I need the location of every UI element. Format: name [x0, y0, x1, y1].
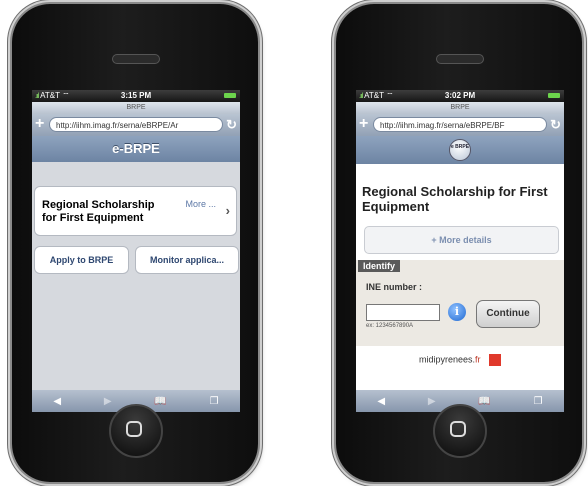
- app-header: e BRPE: [356, 136, 564, 164]
- brand-suffix: fr: [475, 354, 481, 365]
- card-title: Regional Scholarship for First Equipment: [42, 199, 155, 224]
- bookmarks-icon[interactable]: 📖: [154, 396, 166, 407]
- continue-button[interactable]: Continue: [476, 300, 540, 328]
- battery-icon: [224, 93, 236, 98]
- url-field[interactable]: http://iihm.imag.fr/serna/eBRPE/BF: [373, 117, 547, 132]
- region-crest-icon: [489, 354, 502, 366]
- pages-icon[interactable]: ❐: [534, 396, 543, 407]
- speaker-grille: [112, 54, 160, 64]
- forward-icon[interactable]: ▶: [104, 396, 112, 407]
- speaker-grille: [436, 54, 484, 64]
- bookmarks-icon[interactable]: 📖: [478, 396, 490, 407]
- more-link[interactable]: More ...: [185, 199, 216, 209]
- ebrpe-logo: e BRPE: [449, 139, 471, 161]
- screen-left: .ııl AT&T ⌔ 3:15 PM BRPE + http://iihm.i…: [32, 90, 240, 412]
- apply-button[interactable]: Apply to BRPE: [34, 246, 129, 274]
- main-content: Regional Scholarship for First Equipment…: [356, 164, 564, 390]
- monitor-application-button[interactable]: Monitor applica...: [135, 246, 239, 274]
- status-bar: .ııl AT&T ⌔ 3:15 PM: [32, 90, 240, 102]
- url-bar: + http://iihm.imag.fr/serna/eBRPE/Ar ↻: [32, 114, 240, 136]
- ine-number-label: INE number :: [366, 282, 423, 292]
- url-bar: + http://iihm.imag.fr/serna/eBRPE/BF ↻: [356, 114, 564, 136]
- add-bookmark-icon[interactable]: +: [359, 116, 368, 132]
- identify-label: Identify: [358, 260, 401, 272]
- url-field[interactable]: http://iihm.imag.fr/serna/eBRPE/Ar: [49, 117, 223, 132]
- status-bar: .ııl AT&T ⌔ 3:02 PM: [356, 90, 564, 102]
- battery-icon: [548, 93, 560, 98]
- home-button[interactable]: [433, 404, 487, 458]
- chevron-right-icon: ›: [225, 203, 230, 218]
- iphone-right: .ııl AT&T ⌔ 3:02 PM BRPE + http://iihm.i…: [336, 4, 582, 482]
- ine-hint: ex: 1234567890A: [366, 323, 414, 329]
- back-icon[interactable]: ◀: [377, 396, 385, 407]
- screen-right: .ııl AT&T ⌔ 3:02 PM BRPE + http://iihm.i…: [356, 90, 564, 412]
- page-tab-title: BRPE: [356, 102, 564, 114]
- add-bookmark-icon[interactable]: +: [35, 116, 44, 132]
- more-details-button[interactable]: + More details: [364, 226, 559, 254]
- back-icon[interactable]: ◀: [53, 396, 61, 407]
- iphone-left: .ııl AT&T ⌔ 3:15 PM BRPE + http://iihm.i…: [12, 4, 258, 482]
- info-icon[interactable]: i: [448, 303, 466, 321]
- page-tab-title: BRPE: [32, 102, 240, 114]
- reload-icon[interactable]: ↻: [226, 116, 237, 133]
- reload-icon[interactable]: ↻: [550, 116, 561, 133]
- forward-icon[interactable]: ▶: [428, 396, 436, 407]
- status-time: 3:02 PM: [444, 91, 476, 100]
- app-header-title: e-BRPE: [32, 136, 240, 162]
- scholarship-card[interactable]: Regional Scholarship for First Equipment…: [34, 186, 237, 236]
- home-square-icon: [450, 421, 466, 437]
- status-time: 3:15 PM: [120, 91, 152, 100]
- midipyrenees-logo: midipyrenees.fr: [356, 354, 564, 366]
- identify-section: Identify INE number : ex: 1234567890A i …: [356, 260, 564, 346]
- ine-number-input[interactable]: [366, 304, 440, 321]
- home-button[interactable]: [109, 404, 163, 458]
- page-title: Regional Scholarship for First Equipment: [362, 184, 548, 214]
- pages-icon[interactable]: ❐: [210, 396, 219, 407]
- home-square-icon: [126, 421, 142, 437]
- brand-text: midipyrenees.: [418, 354, 475, 365]
